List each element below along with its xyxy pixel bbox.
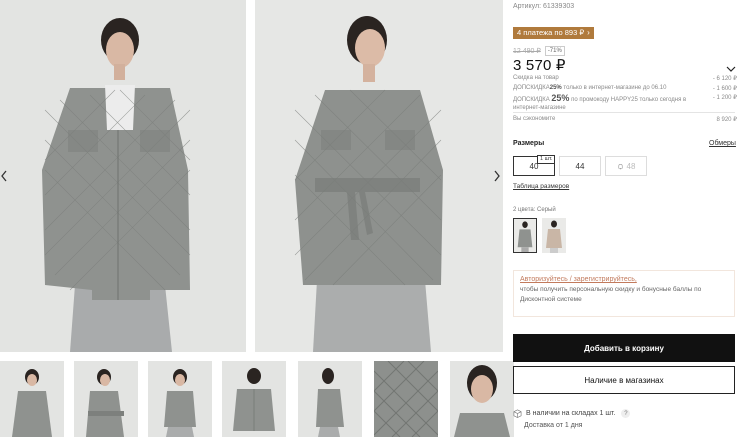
thumbnail-7-closeup[interactable] [450,361,514,437]
color-swatch-grey[interactable] [513,218,537,253]
thumbnail-6-detail[interactable] [374,361,438,437]
prev-photo-arrow-icon[interactable] [0,168,10,184]
add-to-cart-button[interactable]: Добавить в корзину [513,334,735,362]
colors-label: 2 цвета: Серый [513,207,556,213]
help-icon[interactable]: ? [621,409,631,418]
discount-amount: - 6 120 ₽ [712,76,737,82]
discount-amount: - 1 600 ₽ [712,86,737,92]
product-sku: Артикул: 61339303 [513,3,575,10]
chevron-right-icon: › [587,28,590,37]
thumbnail-2[interactable] [74,361,138,437]
store-availability-button[interactable]: Наличие в магазинах [513,366,735,394]
product-photo-front[interactable] [0,0,246,352]
size-table-link[interactable]: Таблица размеров [513,183,569,190]
savings-row: Вы сэкономите 8 920 ₽ [513,116,737,123]
box-icon [513,409,522,418]
discount-row: ДОПСКИДКА25% только в интернет-магазине … [513,85,737,92]
warehouse-availability: В наличии на складах 1 шт. ? [513,409,631,418]
color-swatch-beige[interactable] [542,218,566,253]
login-register-link[interactable]: Авторизуйтесь / зарегистрируйтесь, [520,276,728,283]
chevron-down-icon[interactable] [725,61,737,72]
thumbnail-1[interactable] [0,361,64,437]
discount-label: Скидка на товар [513,75,559,81]
size-option-44[interactable]: 44 [559,156,601,176]
measurements-link[interactable]: Обмеры [709,140,736,147]
sizes-label: Размеры [513,140,545,147]
installments-text: 4 платежа по 893 ₽ [517,28,585,37]
stock-count-tooltip: 1 шт. [537,155,556,164]
current-price: 3 570 ₽ [513,57,566,74]
bell-icon [617,163,623,169]
next-photo-arrow-icon[interactable] [491,168,503,184]
thumbnail-3[interactable] [148,361,212,437]
savings-label: Вы сэкономите [513,116,556,122]
discount-row: Скидка на товар - 6 120 ₽ [513,75,737,82]
loyalty-promo-box: Авторизуйтесь / зарегистрируйтесь, чтобы… [513,270,735,317]
thumbnail-4[interactable] [222,361,286,437]
savings-amount: 8 920 ₽ [716,117,738,123]
discount-amount: - 1 200 ₽ [712,95,737,101]
delivery-time: Доставка от 1 дня [524,422,583,429]
size-option-48[interactable]: 48 [605,156,647,176]
product-photo-belted[interactable] [255,0,503,352]
thumbnail-5[interactable] [298,361,362,437]
discount-percent-badge: -71% [544,46,565,56]
divider [513,112,735,113]
discount-label: ДОПСКИДКА25% только в интернет-магазине … [513,85,667,91]
discount-label: ДОПСКИДКА 25% по промокоду HAPPY25 тольк… [513,93,687,112]
thumbnail-strip [0,361,514,437]
discount-row: ДОПСКИДКА 25% по промокоду HAPPY25 тольк… [513,94,737,112]
promo-description: чтобы получить персональную скидку и бон… [520,286,702,303]
old-price: 12 490 ₽ [513,48,541,55]
old-price-row: 12 490 ₽ -71% [513,46,565,56]
warehouse-stock-text: В наличии на складах 1 шт. [526,410,616,417]
installments-badge[interactable]: 4 платежа по 893 ₽ › [513,27,594,39]
